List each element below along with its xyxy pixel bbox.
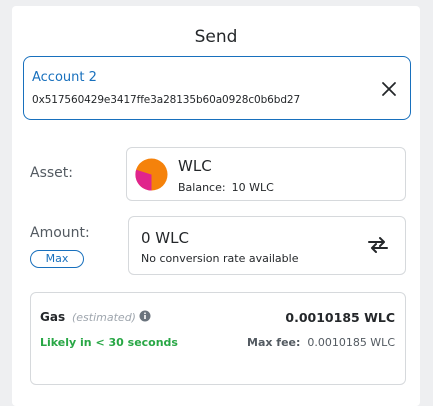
- asset-selector[interactable]: WLC Balance: 10 WLC: [126, 147, 406, 201]
- send-panel: Send Account 2 0x517560429e3417ffe3a2813…: [12, 6, 420, 406]
- gas-label: Gas: [40, 310, 66, 324]
- amount-input[interactable]: 0 WLC No conversion rate available: [128, 216, 406, 275]
- info-icon[interactable]: [139, 310, 151, 322]
- max-fee-label: Max fee:: [247, 336, 301, 349]
- close-icon[interactable]: [381, 81, 397, 97]
- max-button[interactable]: Max: [30, 250, 84, 268]
- asset-token-symbol: WLC: [178, 157, 212, 175]
- amount-value: 0 WLC: [141, 229, 189, 247]
- page-title: Send: [194, 27, 238, 47]
- gas-total: 0.0010185 WLC: [285, 310, 395, 325]
- amount-label: Amount:: [30, 225, 90, 241]
- swap-icon[interactable]: [367, 236, 389, 254]
- recipient-card[interactable]: Account 2 0x517560429e3417ffe3a28135b60a…: [23, 56, 411, 120]
- asset-balance-label: Balance:: [178, 181, 226, 194]
- max-fee-value: 0.0010185 WLC: [307, 336, 395, 349]
- conversion-text: No conversion rate available: [141, 252, 299, 265]
- recipient-address: 0x517560429e3417ffe3a28135b60a0928c0b6bd…: [32, 94, 301, 106]
- asset-balance-value: 10 WLC: [231, 181, 274, 194]
- gas-fee-card[interactable]: Gas (estimated) 0.0010185 WLC Likely in …: [30, 292, 406, 385]
- gas-estimated-label: (estimated): [72, 311, 136, 324]
- gas-likely-time: Likely in < 30 seconds: [40, 336, 178, 349]
- asset-label: Asset:: [30, 165, 73, 181]
- token-icon: [135, 158, 168, 191]
- asset-balance: Balance: 10 WLC: [178, 181, 274, 194]
- recipient-account-name: Account 2: [32, 70, 97, 85]
